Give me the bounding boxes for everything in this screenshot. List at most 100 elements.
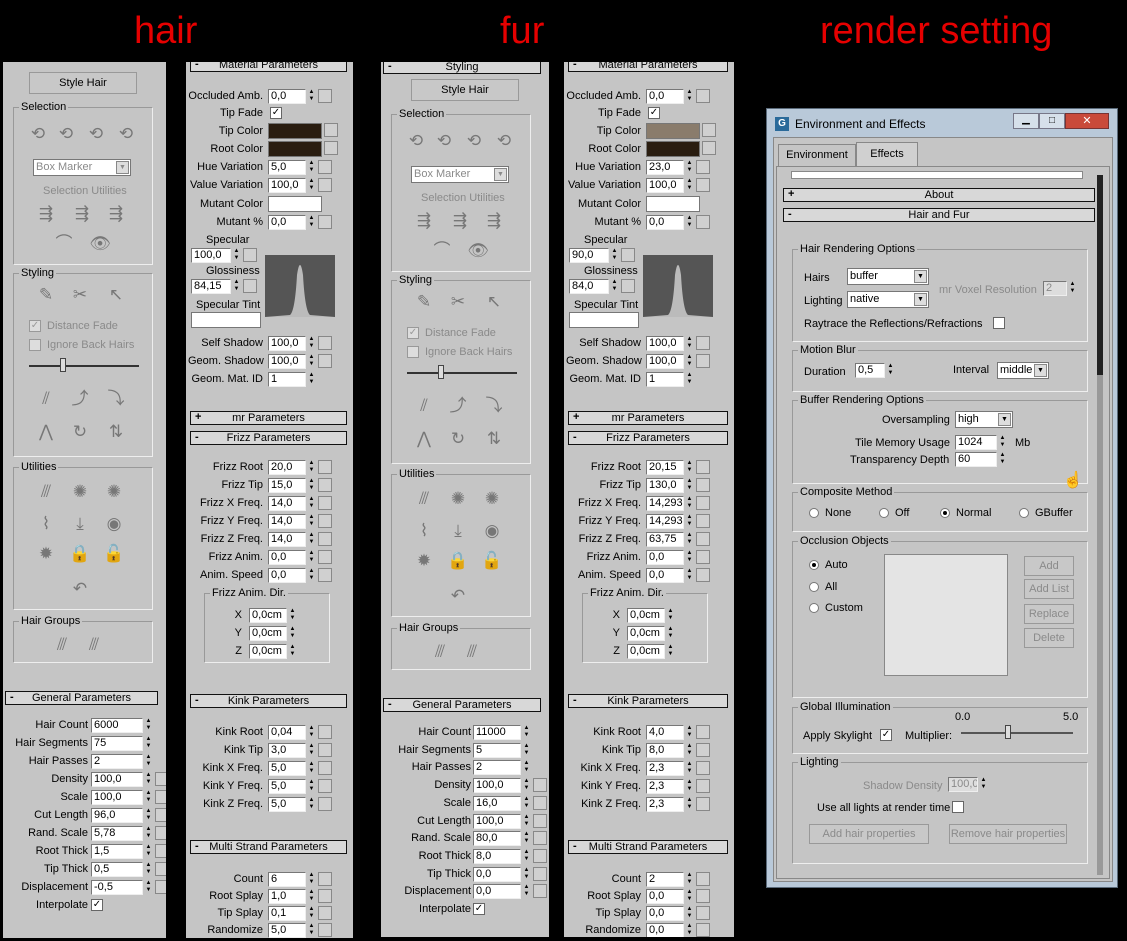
specular-field-map-button[interactable] (243, 248, 257, 262)
root-thick-field[interactable]: 8,0 (473, 848, 521, 864)
hair-count-field[interactable]: 11000 (473, 725, 521, 740)
hair-cut-icon[interactable]: ✂ (67, 283, 93, 307)
kink-root-field[interactable]: 4,0 (646, 725, 684, 740)
density-field[interactable]: 100,0 (91, 772, 143, 787)
box-marker-dropdown[interactable]: Box Marker ▼ (411, 166, 509, 183)
box-marker-dropdown[interactable]: Box Marker ▼ (33, 159, 131, 176)
scale-field-map-button[interactable] (533, 795, 547, 810)
randomize-field-spinner[interactable]: ▲ ▼ (307, 923, 316, 938)
kink-x-field[interactable]: 2,3 (646, 761, 684, 776)
cut-length-field[interactable]: 96,0 (91, 808, 143, 823)
cut-length-field-map-button[interactable] (155, 808, 166, 822)
hair-passes-field-spinner[interactable]: ▲ ▼ (144, 754, 153, 769)
brush-size-thumb[interactable] (60, 358, 66, 372)
unlock-icon[interactable]: 🔓 (101, 542, 127, 566)
composite-normal-radio[interactable] (940, 508, 950, 518)
root-thick-field-spinner[interactable]: ▲ ▼ (144, 844, 153, 859)
frizz-z-field[interactable]: 63,75 (646, 532, 684, 547)
specular-field[interactable]: 100,0 (191, 248, 231, 263)
rand-scale-field-map-button[interactable] (155, 826, 166, 840)
unlock-icon[interactable]: 🔓 (479, 549, 505, 573)
geom-shadow-field-map-button[interactable] (696, 354, 710, 368)
toggle-hair-icon[interactable]: ✹ (33, 542, 59, 566)
kink-x-field[interactable]: 5,0 (268, 761, 306, 776)
anim-speed-field[interactable]: 0,0 (268, 568, 306, 583)
frizz-x-field-spinner[interactable]: ▲ ▼ (685, 496, 694, 511)
root-color-map-button[interactable] (702, 141, 716, 155)
randomize-field-map-button[interactable] (696, 923, 710, 937)
select-by-root-icon[interactable]: ⟲ (113, 122, 139, 146)
frizz-y-field-map-button[interactable] (318, 514, 332, 528)
specular-field-spinner[interactable]: ▲ ▼ (610, 248, 619, 263)
expand-selection-icon[interactable]: ⇶ (103, 202, 129, 226)
tip-thick-field-map-button[interactable] (155, 862, 166, 876)
root-thick-field-map-button[interactable] (155, 844, 166, 858)
kink-tip-field-map-button[interactable] (696, 743, 710, 757)
delete-button[interactable]: Delete (1024, 628, 1074, 648)
tile-memory-field[interactable]: 1024 (955, 435, 997, 450)
tip-splay-field-spinner[interactable]: ▲ ▼ (307, 906, 316, 921)
clump-icon[interactable]: ⋀ (411, 427, 437, 451)
tip-color-swatch[interactable] (646, 123, 700, 139)
hair-segments-field-spinner[interactable]: ▲ ▼ (144, 736, 153, 751)
kink-root-field-spinner[interactable]: ▲ ▼ (307, 725, 316, 740)
frizz-x-field-spinner[interactable]: ▲ ▼ (307, 496, 316, 511)
value-variation-field-map-button[interactable] (696, 178, 710, 192)
frizz-anim-field-map-button[interactable] (696, 550, 710, 564)
displacement-field[interactable]: -0,5 (91, 880, 143, 895)
mutant-color-swatch[interactable] (646, 196, 700, 212)
cut-length-field-spinner[interactable]: ▲ ▼ (144, 808, 153, 823)
frizz-root-field-spinner[interactable]: ▲ ▼ (685, 460, 694, 475)
rand-scale-field[interactable]: 5,78 (91, 826, 143, 841)
frizz-x-field-map-button[interactable] (318, 496, 332, 510)
density-field-map-button[interactable] (155, 772, 166, 786)
frizz-tip-field-spinner[interactable]: ▲ ▼ (685, 478, 694, 493)
style-hair-button[interactable]: Style Hair (29, 72, 137, 94)
frizz-dir-z-field-spinner[interactable]: ▲ ▼ (666, 644, 675, 659)
rand-scale-field[interactable]: 80,0 (473, 831, 521, 847)
frizz-dir-x-field[interactable]: 0,0cm (249, 608, 287, 623)
occluded-amb-field-map-button[interactable] (318, 89, 332, 103)
kink-tip-field-map-button[interactable] (318, 743, 332, 757)
occluded-amb-field[interactable]: 0,0 (268, 89, 306, 104)
randomize-field[interactable]: 5,0 (268, 923, 306, 938)
distance-fade-checkbox[interactable]: ✓ (407, 327, 419, 339)
transparency-field[interactable]: 60 (955, 452, 997, 467)
displacement-field-map-button[interactable] (533, 884, 547, 899)
apply-skylight-checkbox[interactable]: ✓ (880, 729, 892, 741)
root-color-map-button[interactable] (324, 141, 338, 155)
randomize-field-map-button[interactable] (318, 923, 332, 937)
composite-none-radio[interactable] (809, 508, 819, 518)
tip-splay-field-spinner[interactable]: ▲ ▼ (685, 906, 694, 921)
self-shadow-field-spinner[interactable]: ▲ ▼ (685, 336, 694, 351)
frizz-root-field[interactable]: 20,15 (646, 460, 684, 475)
occluded-amb-field-spinner[interactable]: ▲ ▼ (307, 89, 316, 104)
anim-speed-field-map-button[interactable] (318, 568, 332, 582)
hair-count-field-spinner[interactable]: ▲ ▼ (522, 725, 531, 740)
select-tool-icon[interactable]: ↖ (481, 290, 507, 314)
kink-y-field[interactable]: 2,3 (646, 779, 684, 794)
hairs-dropdown[interactable]: buffer ▼ (847, 268, 929, 285)
raytrace-checkbox[interactable] (993, 317, 1005, 329)
hue-variation-field-spinner[interactable]: ▲ ▼ (685, 160, 694, 175)
specular-tint-swatch[interactable] (191, 312, 261, 328)
scale-icon[interactable]: ⇅ (481, 427, 507, 451)
hair-passes-field-spinner[interactable]: ▲ ▼ (522, 760, 531, 775)
randomize-field[interactable]: 0,0 (646, 923, 684, 937)
mutant-pct-field[interactable]: 0,0 (268, 215, 306, 230)
occluded-amb-field-map-button[interactable] (696, 89, 710, 103)
tip-splay-field-map-button[interactable] (696, 906, 710, 920)
hair-segments-field-spinner[interactable]: ▲ ▼ (522, 743, 531, 758)
randomize-field-spinner[interactable]: ▲ ▼ (685, 923, 694, 937)
pop-selected-icon[interactable]: ✺ (445, 487, 471, 511)
kink-root-field[interactable]: 0,04 (268, 725, 306, 740)
recomb-icon[interactable]: ⌇ (411, 519, 437, 543)
hair-passes-field[interactable]: 2 (91, 754, 143, 769)
select-hair-guide-points-icon[interactable]: ⟲ (53, 122, 79, 146)
minimize-button[interactable]: ▁ (1013, 113, 1039, 129)
hair-count-field-spinner[interactable]: ▲ ▼ (144, 718, 153, 733)
material-parameters-header[interactable]: - Material Parameters (568, 62, 728, 72)
kink-y-field[interactable]: 5,0 (268, 779, 306, 794)
cut-length-field-map-button[interactable] (533, 813, 547, 828)
kink-z-field-map-button[interactable] (696, 797, 710, 811)
